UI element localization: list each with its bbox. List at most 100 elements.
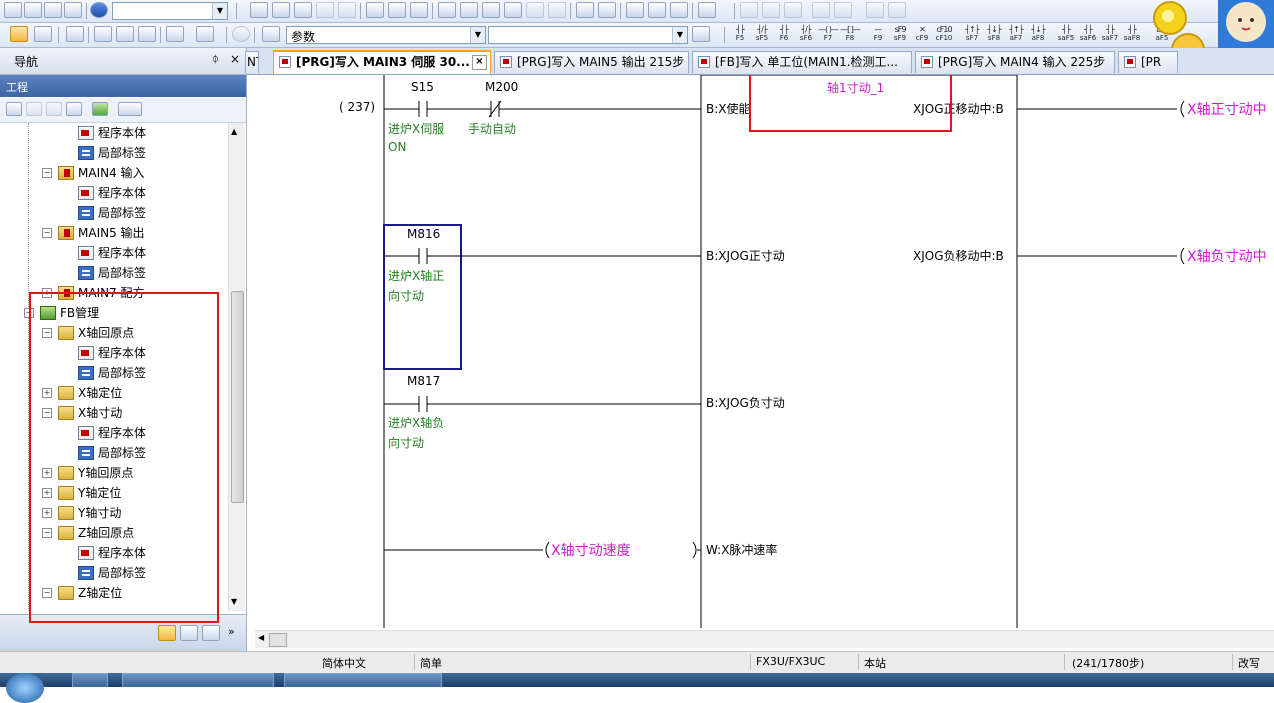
chevron-down-icon[interactable]: ▼ [212, 3, 227, 19]
scroll-down-icon[interactable]: ▼ [231, 597, 237, 606]
new-file-icon[interactable] [4, 2, 22, 18]
monitor-write-icon[interactable] [526, 2, 544, 18]
contact-device[interactable]: M816 [407, 227, 440, 241]
scrollbar-thumb[interactable] [231, 291, 244, 503]
monitor-icon[interactable] [482, 2, 500, 18]
chevron-down-icon[interactable]: ▼ [672, 27, 687, 43]
convert-icon[interactable] [410, 2, 428, 18]
item-combo[interactable]: ▼ [488, 26, 688, 44]
ladder-key-af8[interactable]: ┤↓├ aF8 [1028, 26, 1048, 43]
redo-icon[interactable] [338, 2, 356, 18]
cut-icon[interactable] [250, 2, 268, 18]
tree-node[interactable]: 程序本体 [0, 183, 228, 203]
sort-dropdown-icon[interactable] [118, 102, 142, 116]
copy-icon[interactable] [272, 2, 290, 18]
tree-node[interactable]: 局部标签 [0, 143, 228, 163]
tree-node[interactable]: − MAIN5 输出 [0, 223, 228, 243]
zoom-in-icon[interactable] [812, 2, 830, 18]
collapse-icon[interactable]: − [42, 168, 52, 178]
compile-icon[interactable] [388, 2, 406, 18]
paste-icon[interactable] [46, 102, 62, 116]
ladder-insert-icon[interactable] [740, 2, 758, 18]
read-plc-icon[interactable] [460, 2, 478, 18]
replace-icon[interactable] [888, 2, 906, 18]
tab-partial[interactable]: NT [245, 51, 259, 73]
ladder-key-saf5[interactable]: ┤├ saF5 [1056, 26, 1076, 43]
help-icon[interactable] [90, 2, 108, 18]
new-data-icon[interactable] [6, 102, 22, 116]
ladder-key-sf5[interactable]: ┤/├ sF5 [752, 26, 772, 43]
device-use-icon[interactable] [116, 26, 134, 42]
tree-node[interactable]: 局部标签 [0, 203, 228, 223]
taskbar-item[interactable] [284, 673, 442, 687]
more-icon[interactable]: » [228, 625, 235, 638]
device-batch-icon[interactable] [576, 2, 594, 18]
refresh-icon[interactable] [92, 102, 108, 116]
taskbar-item[interactable] [122, 673, 274, 687]
tree-node[interactable]: 程序本体 [0, 123, 228, 143]
ladder-mode-icon[interactable] [10, 26, 28, 42]
close-tab-icon[interactable]: × [472, 55, 487, 70]
monitor-all-icon[interactable] [548, 2, 566, 18]
scrollbar-thumb[interactable] [269, 633, 287, 647]
connection-icon[interactable] [202, 625, 220, 641]
horizontal-scrollbar[interactable]: ◀ [255, 630, 1274, 648]
project-view-icon[interactable] [158, 625, 176, 641]
ladder-key-saf6[interactable]: ┤├ saF6 [1078, 26, 1098, 43]
simulation-stop-icon[interactable] [670, 2, 688, 18]
ladder-key-saf7[interactable]: ┤├ saF7 [1100, 26, 1120, 43]
input-label[interactable]: X轴寸动速度 [551, 540, 631, 560]
paste-icon[interactable] [294, 2, 312, 18]
scroll-up-icon[interactable]: ▲ [231, 127, 237, 136]
output-label[interactable]: X轴正寸动中 [1187, 99, 1267, 119]
parameter-combo[interactable]: 参数 ▼ [286, 26, 486, 44]
undo-icon[interactable] [316, 2, 334, 18]
diagnostics-icon[interactable] [626, 2, 644, 18]
user-library-icon[interactable] [180, 625, 198, 641]
binoculars-icon[interactable] [262, 26, 280, 42]
ladder-key-f7[interactable]: —( )— F7 [818, 26, 839, 43]
collapse-icon[interactable]: − [42, 228, 52, 238]
sfc-mode-icon[interactable] [34, 26, 52, 42]
properties-icon[interactable] [66, 102, 82, 116]
help-icon[interactable] [232, 26, 250, 42]
tab-main3[interactable]: [PRG]写入 MAIN3 伺服 30... × [273, 50, 491, 74]
taskbar-item[interactable] [72, 673, 108, 687]
output-label[interactable]: X轴负寸动中 [1187, 246, 1267, 266]
contact-device[interactable]: M200 [485, 80, 518, 94]
tab-main4[interactable]: [PRG]写入 MAIN4 输入 225步 [915, 51, 1115, 73]
tab-main5[interactable]: [PRG]写入 MAIN5 输出 215步 [494, 51, 689, 73]
open-file-icon[interactable] [24, 2, 42, 18]
pin-icon[interactable]: ᛰ [212, 53, 219, 66]
contact-device[interactable]: M817 [407, 374, 440, 388]
find-icon[interactable] [866, 2, 884, 18]
dev-icon[interactable] [366, 2, 384, 18]
device-memory-icon[interactable] [138, 26, 156, 42]
display-icon[interactable] [698, 2, 716, 18]
ladder-editor[interactable]: ( 237) S15 进炉X伺服 ON M200 手动自动 M816 进炉X轴正… [247, 75, 1274, 628]
ladder-delete-icon[interactable] [762, 2, 780, 18]
ladder-key-cf10[interactable]: cF10 cF10 [934, 26, 954, 43]
ladder-key-sf9[interactable]: sF9 sF9 [890, 26, 910, 43]
search-icon[interactable] [196, 26, 214, 42]
ladder-key-f9[interactable]: — F9 [868, 26, 888, 43]
ladder-key-af7[interactable]: ┤↑├ aF7 [1006, 26, 1026, 43]
ladder-key-cf9[interactable]: ✕ cF9 [912, 26, 932, 43]
device-list-icon[interactable] [94, 26, 112, 42]
ladder-key-sf8[interactable]: ┤↓├ sF8 [984, 26, 1004, 43]
comment-icon[interactable] [166, 26, 184, 42]
ladder-key-saf8[interactable]: ┤├ saF8 [1122, 26, 1142, 43]
start-button-icon[interactable] [6, 673, 44, 703]
tab-fb-single[interactable]: [FB]写入 单工位(MAIN1.检测工... [692, 51, 912, 73]
copy-icon[interactable] [26, 102, 42, 116]
ladder-key-sf6[interactable]: ┤/├ sF6 [796, 26, 816, 43]
ladder-key-f8[interactable]: —[ ]— F8 [840, 26, 861, 43]
write-plc-icon[interactable] [438, 2, 456, 18]
contact-device[interactable]: S15 [411, 80, 434, 94]
project-header[interactable]: 工程 [0, 75, 246, 97]
save-icon[interactable] [44, 2, 62, 18]
stop-monitor-icon[interactable] [504, 2, 522, 18]
chevron-down-icon[interactable]: ▼ [470, 27, 485, 43]
ladder-key-f6[interactable]: ┤├ F6 [774, 26, 794, 43]
simulation-start-icon[interactable] [648, 2, 666, 18]
